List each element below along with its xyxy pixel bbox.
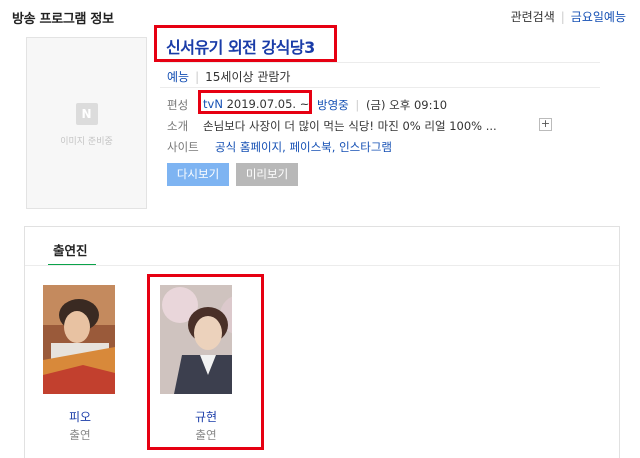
tab-cast[interactable]: 출연진 — [53, 240, 88, 259]
tab-bottom-line — [25, 265, 619, 266]
cast-role-kyuhyun: 출연 — [195, 428, 217, 442]
status-divider: | — [355, 98, 360, 112]
genre-link[interactable]: 예능 — [167, 70, 189, 84]
intro-label: 소개 — [167, 119, 189, 133]
program-title[interactable]: 신서유기 외전 강식당3 — [166, 34, 315, 58]
poster-placeholder: N 이미지 준비중 — [26, 37, 147, 209]
header-divider: | — [560, 10, 565, 24]
airing-status: 방영중 | (금) 오후 09:10 — [317, 97, 447, 113]
schedule-value: tvN 2019.07.05. ~ — [203, 97, 309, 111]
friday-shows-link[interactable]: 금요일예능 — [571, 10, 626, 24]
schedule-label: 편성 — [167, 98, 189, 112]
airtime-text: (금) 오후 09:10 — [365, 98, 448, 112]
genre-divider: | — [195, 70, 200, 84]
title-divider — [160, 62, 600, 63]
cast-role-pio: 출연 — [69, 428, 91, 442]
cast-photo-pio[interactable] — [43, 285, 115, 394]
preview-button[interactable]: 미리보기 — [236, 163, 298, 186]
status-link[interactable]: 방영중 — [317, 98, 349, 112]
intro-text: 손님보다 사장이 더 많이 먹는 식당! 마진 0% 리얼 100% ... — [203, 119, 497, 133]
header-links: 관련검색 | 금요일예능 — [511, 8, 626, 25]
cast-name-kyuhyun[interactable]: 규현 — [166, 408, 246, 425]
start-date: 2019.07.05. ~ — [226, 97, 310, 111]
channel-link[interactable]: tvN — [203, 97, 223, 111]
watch-again-button[interactable]: 다시보기 — [167, 163, 229, 186]
genre-rating-row: 예능 | 15세이상 관람가 — [167, 68, 290, 85]
site-label: 사이트 — [167, 140, 199, 154]
related-search-link[interactable]: 관련검색 — [511, 10, 555, 24]
expand-intro-icon[interactable]: + — [539, 118, 552, 131]
genre-divider-line — [160, 87, 600, 88]
poster-placeholder-text: 이미지 준비중 — [60, 137, 113, 147]
section-title: 방송 프로그램 정보 — [12, 12, 114, 27]
cast-photo-kyuhyun[interactable] — [160, 285, 232, 394]
rating-text: 15세이상 관람가 — [205, 70, 291, 84]
site-links[interactable]: 공식 홈페이지, 페이스북, 인스타그램 — [215, 139, 392, 155]
cast-name-pio[interactable]: 피오 — [40, 408, 120, 425]
naver-logo-icon: N — [75, 103, 98, 125]
